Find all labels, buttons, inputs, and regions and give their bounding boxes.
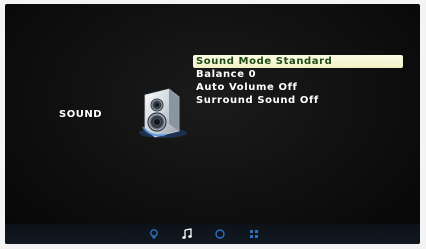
speaker-icon (139, 88, 187, 138)
clock-icon[interactable] (214, 228, 226, 240)
menu-item-balance[interactable]: Balance 0 (193, 68, 403, 81)
bottom-tab-bar (5, 224, 420, 244)
picture-icon[interactable] (148, 228, 160, 240)
grid-settings-icon[interactable] (248, 228, 260, 240)
menu-item-auto-volume[interactable]: Auto Volume Off (193, 81, 403, 94)
sound-menu: Sound Mode Standard Balance 0 Auto Volum… (193, 55, 403, 107)
tv-screen: SOUND Sound Mode Standard Balance 0 Auto… (5, 4, 420, 244)
menu-item-sound-mode[interactable]: Sound Mode Standard (193, 55, 403, 68)
music-note-icon[interactable] (181, 228, 193, 240)
section-title: SOUND (59, 109, 102, 120)
menu-item-surround-sound[interactable]: Surround Sound Off (193, 94, 403, 107)
